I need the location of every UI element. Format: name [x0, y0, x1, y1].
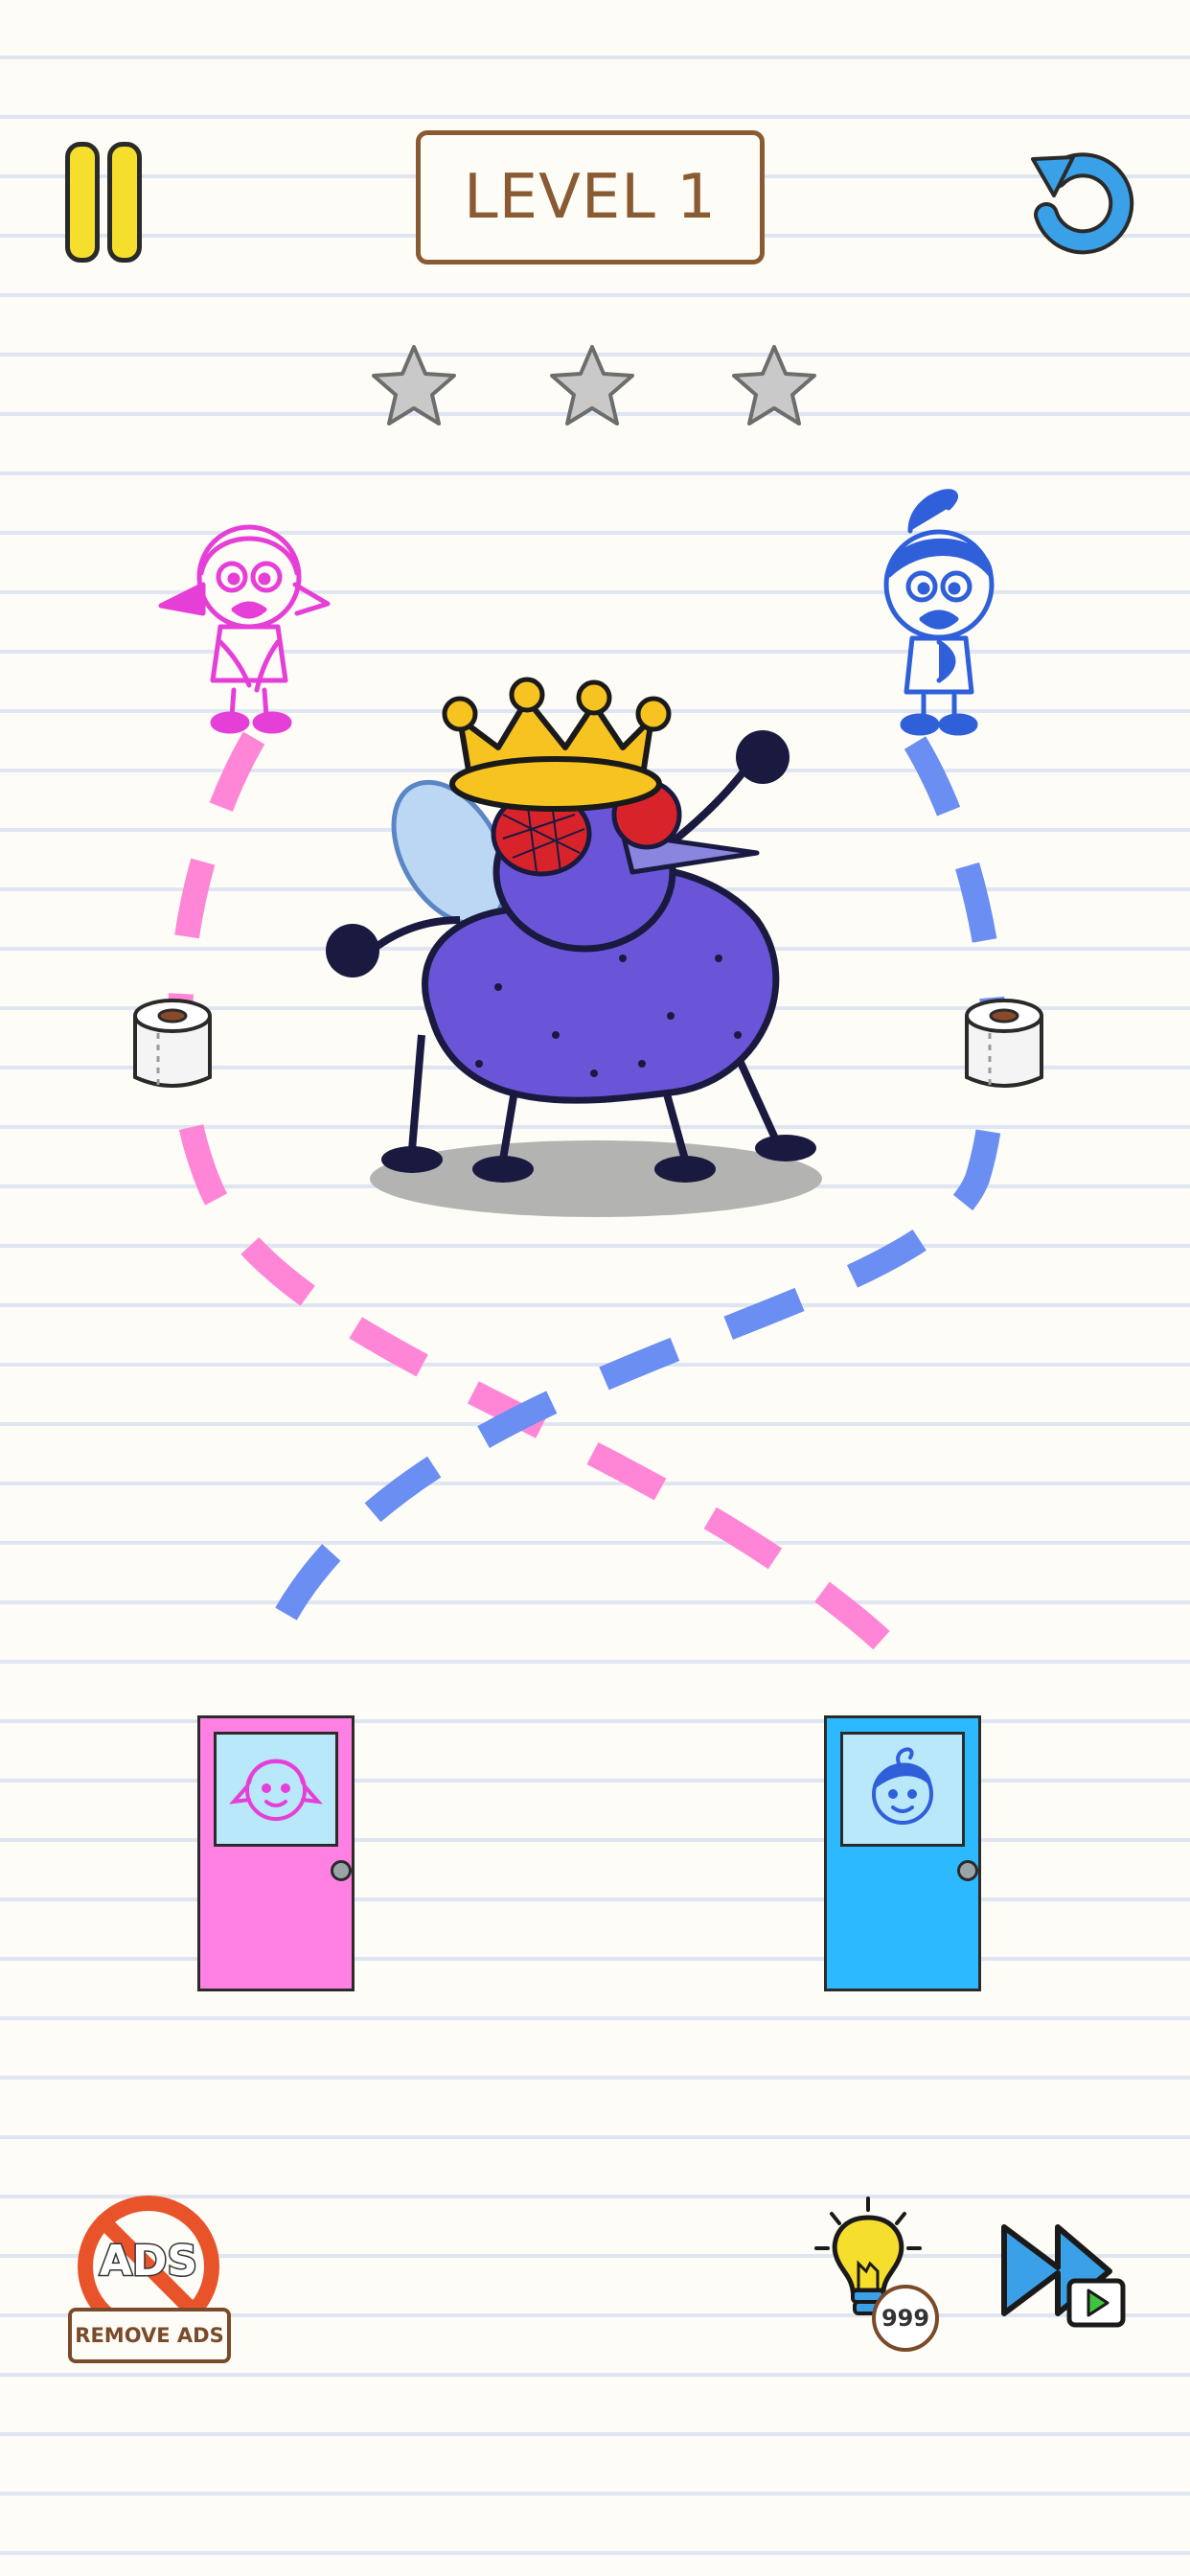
crown-icon: [442, 677, 672, 812]
king-fly-monster: [307, 671, 824, 1227]
girl-door[interactable]: [197, 1715, 355, 1991]
boy-door-window: [840, 1732, 965, 1847]
girl-door-window: [214, 1732, 338, 1847]
toilet-paper-right[interactable]: [961, 995, 1047, 1096]
boy-character[interactable]: [843, 479, 1025, 736]
boy-door[interactable]: [824, 1715, 981, 1991]
door-knob: [331, 1860, 352, 1881]
hint-count: 999: [872, 2285, 939, 2352]
toilet-paper-left[interactable]: [129, 995, 216, 1096]
toilet-paper-icon: [133, 999, 212, 1088]
hint-button[interactable]: 999: [811, 2195, 954, 2358]
toilet-paper-icon: [965, 999, 1043, 1088]
skip-video-icon: [1001, 2224, 1126, 2328]
skip-level-button[interactable]: [996, 2214, 1131, 2338]
boy-face-icon: [872, 1747, 933, 1825]
remove-ads-button[interactable]: ADS REMOVE ADS: [65, 2195, 238, 2372]
ads-badge-text: ADS: [98, 2236, 198, 2288]
girl-face-icon: [229, 1759, 323, 1821]
door-knob: [957, 1860, 978, 1881]
monster-shadow: [370, 1140, 822, 1217]
remove-ads-label: REMOVE ADS: [68, 2308, 231, 2363]
path-layer: [168, 731, 1007, 1668]
